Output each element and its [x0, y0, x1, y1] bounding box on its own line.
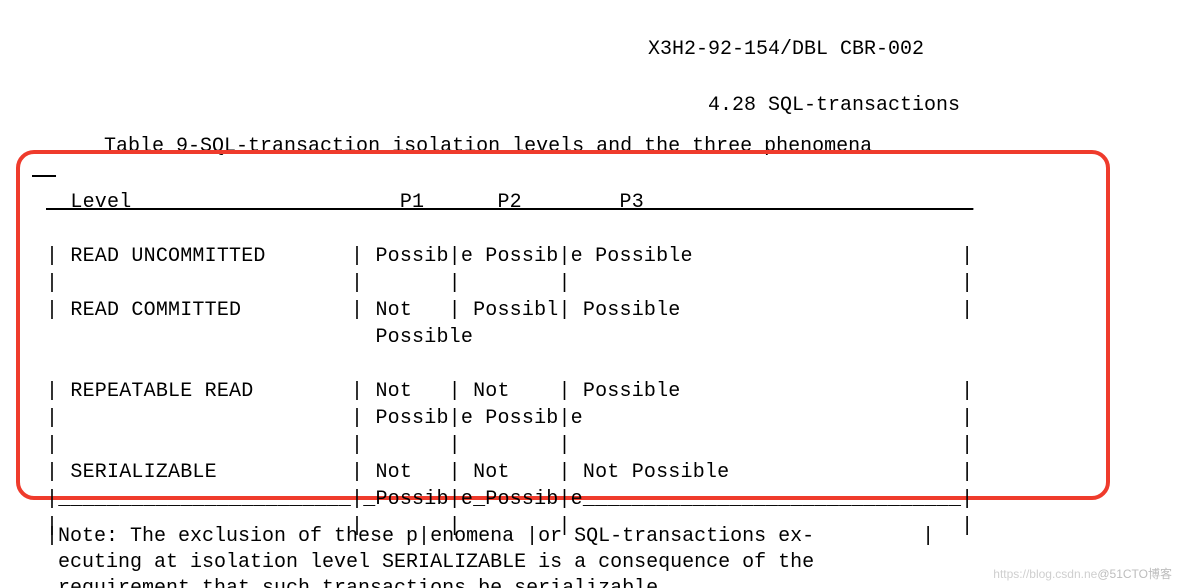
table-row: | READ COMMITTED | Not | Possibl| Possib…: [46, 299, 973, 322]
table-row: Possible: [46, 326, 473, 349]
table-row: | SERIALIZABLE | Not | Not | Not Possibl…: [46, 461, 973, 484]
table-row: | | | | |: [46, 272, 973, 295]
table-row: | | Possib|e Possib|e |: [46, 407, 973, 430]
table-row: | READ UNCOMMITTED | Possib|e Possib|e P…: [46, 245, 973, 268]
table-note: |Note: The exclusion of these p|enomena …: [46, 498, 934, 588]
table-row: | REPEATABLE READ | Not | Not | Possible…: [46, 380, 973, 403]
table-blank: [46, 218, 998, 241]
title-prefix: __Table_9-SQL-transaction_: [80, 135, 392, 158]
note-line: requirement that such transactions be se…: [46, 577, 670, 588]
table-header-row: _Level______________________P1______P2__…: [46, 191, 973, 214]
table-row: | | | | |: [46, 434, 973, 457]
isolation-table: _Level______________________P1______P2__…: [46, 162, 998, 540]
watermark-tail: @51CTO博客: [1097, 567, 1172, 581]
page: X3H2-92-154/DBL CBR-002 4.28 SQL-transac…: [0, 0, 1184, 588]
title-suffix: lation_levels_and_the_three_phenomena_: [428, 135, 884, 158]
note-line: ecuting at isolation level SERIALIZABLE …: [46, 551, 814, 574]
title-highlight: iso: [392, 135, 428, 158]
watermark-faint: https://blog.csdn.ne: [993, 567, 1097, 581]
watermark: https://blog.csdn.ne@51CTO博客: [993, 565, 1172, 582]
doc-id: X3H2-92-154/DBL CBR-002: [648, 38, 924, 61]
note-line: |Note: The exclusion of these p|enomena …: [46, 525, 934, 548]
